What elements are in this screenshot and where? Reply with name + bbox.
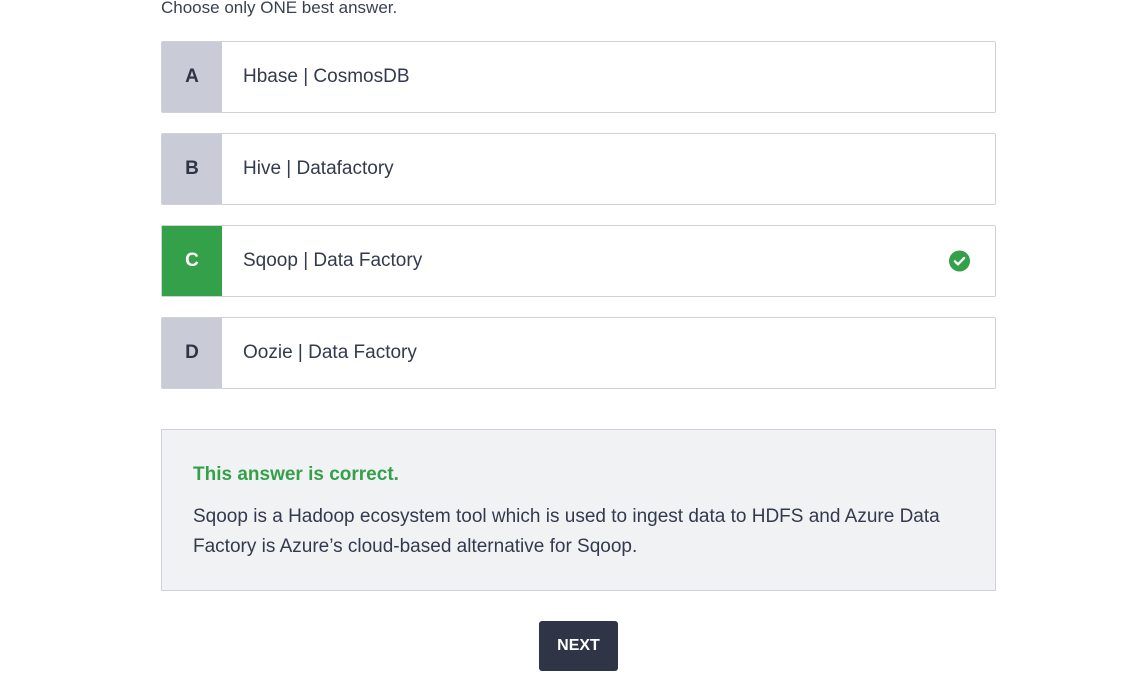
option-letter: D <box>162 318 222 388</box>
quiz-page: Choose only ONE best answer. A Hbase | C… <box>0 0 1136 688</box>
option-text: Hive | Datafactory <box>243 158 394 179</box>
feedback-verdict: This answer is correct. <box>193 464 399 485</box>
feedback-explanation: Sqoop is a Hadoop ecosystem tool which i… <box>193 506 940 557</box>
option-a[interactable]: A Hbase | CosmosDB <box>161 41 996 113</box>
option-b[interactable]: B Hive | Datafactory <box>161 133 996 205</box>
option-letter: A <box>162 42 222 112</box>
option-text: Oozie | Data Factory <box>243 342 417 363</box>
question-instruction: Choose only ONE best answer. <box>161 0 398 17</box>
option-text: Hbase | CosmosDB <box>243 66 410 87</box>
option-text: Sqoop | Data Factory <box>243 250 423 271</box>
option-letter: C <box>162 226 222 296</box>
feedback-panel: This answer is correct. Sqoop is a Hadoo… <box>161 429 996 591</box>
option-c[interactable]: C Sqoop | Data Factory <box>161 225 996 297</box>
next-button[interactable]: NEXT <box>539 621 618 671</box>
check-circle-icon <box>949 250 970 272</box>
answer-options: A Hbase | CosmosDB B Hive | Datafactory … <box>161 41 996 409</box>
option-d[interactable]: D Oozie | Data Factory <box>161 317 996 389</box>
option-letter: B <box>162 134 222 204</box>
